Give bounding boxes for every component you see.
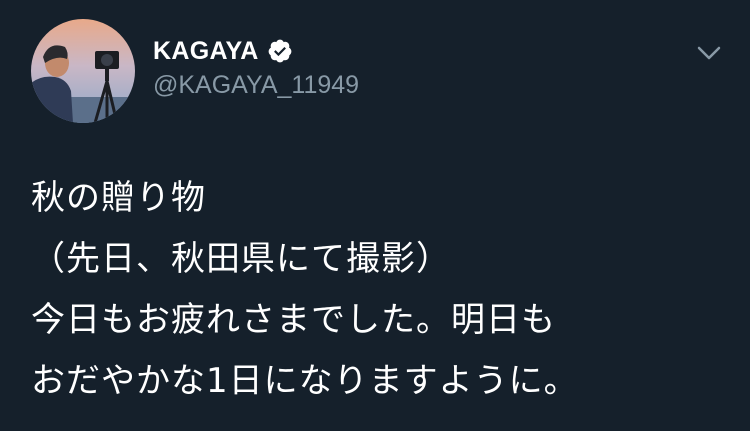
tweet-text-line: おだやかな1日になりますように。 [31, 361, 579, 401]
tweet-text-line: 秋の贈り物 [31, 178, 206, 218]
tweet-text-line: 今日もお疲れさまでした。明日も [31, 300, 556, 340]
verified-badge-icon [267, 38, 293, 64]
author-display-name[interactable]: KAGAYA [153, 37, 259, 66]
tweet-text-line: （先日、秋田県にて撮影） [31, 239, 451, 279]
author-handle[interactable]: @KAGAYA_11949 [153, 71, 359, 100]
chevron-down-icon[interactable] [693, 40, 725, 66]
avatar[interactable] [31, 19, 135, 123]
tweet-text: 秋の贈り物 （先日、秋田県にて撮影） 今日もお疲れさまでした。明日も おだやかな… [31, 168, 731, 412]
tweet-card: KAGAYA @KAGAYA_11949 秋の贈り物 （先日、秋田県にて撮影） … [0, 0, 750, 431]
author-name-row: KAGAYA [153, 36, 293, 66]
avatar-image [31, 19, 135, 123]
